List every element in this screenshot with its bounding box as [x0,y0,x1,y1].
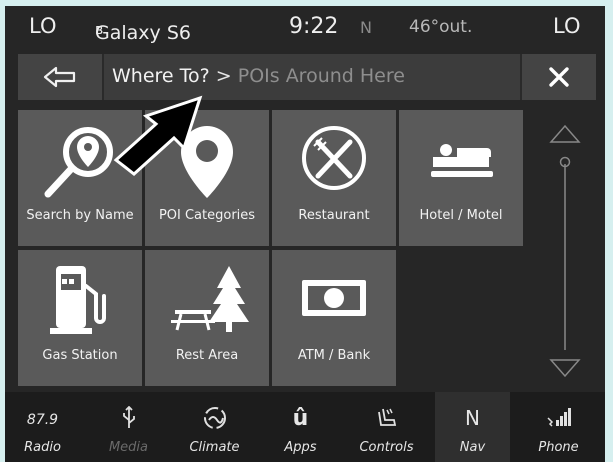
tile-label: Rest Area [175,348,239,363]
scroll-down-icon [549,359,581,378]
bottom-item-label: Apps [284,440,317,455]
right-climate-zone[interactable]: LO [553,14,580,38]
radio-frequency: 87.9 [26,412,59,428]
bottom-item-label: Radio [24,440,61,455]
bottom-item-label: Media [108,440,149,455]
breadcrumb-separator: > [209,65,238,87]
compass-letter: N [465,406,480,430]
left-climate-zone[interactable]: LO [29,14,56,38]
tile-label: ATM / Bank [297,348,371,363]
phone-signal-icon [521,406,596,434]
bottom-item-phone[interactable]: Phone [521,392,596,462]
climate-icon [177,406,252,434]
tile-label: POI Categories [158,208,256,223]
bottom-item-media[interactable]: Media [91,392,166,462]
picnic-tree-icon [171,266,249,332]
usb-icon [91,405,166,434]
cash-icon [302,280,366,316]
tile-atm-bank[interactable]: ATM / Bank [272,250,396,386]
tile-label: Hotel / Motel [419,208,503,223]
compass-icon: N [435,406,510,434]
tile-hotel-motel[interactable]: Hotel / Motel [399,110,523,246]
bottom-item-climate[interactable]: Climate [177,392,252,462]
nav-header: Where To? > POIs Around Here [18,54,596,100]
bottom-item-nav[interactable]: N Nav [435,392,510,462]
bed-icon [431,144,493,177]
bottom-item-label: Controls [359,440,414,455]
breadcrumb: Where To? > POIs Around Here [112,65,405,87]
scroll-up-icon [549,124,581,143]
tile-label: Search by Name [26,208,134,223]
tile-gas-station[interactable]: Gas Station [18,250,142,386]
close-button[interactable] [520,54,596,100]
back-button[interactable] [18,54,104,100]
status-bar: LO ʙ Galaxy S6 9:22 N 46°out. LO [5,6,605,46]
seat-icon [349,406,424,434]
infotainment-screen: LO ʙ Galaxy S6 9:22 N 46°out. LO Where To… [5,6,605,462]
bottom-item-label: Climate [189,440,240,455]
close-icon [549,67,569,87]
breadcrumb-parent[interactable]: Where To? [112,65,210,87]
gas-pump-icon [50,266,106,334]
bottom-item-controls[interactable]: Controls [349,392,424,462]
back-arrow-icon [43,66,76,88]
bottom-item-apps[interactable]: û Apps [263,392,338,462]
bottom-item-radio[interactable]: 87.9 Radio [5,392,80,462]
tile-restaurant[interactable]: Restaurant [272,110,396,246]
pointer-arrow-annotation [113,95,203,176]
phone-name: Galaxy S6 [95,22,191,44]
outside-temperature: 46°out. [409,17,473,37]
clock: 9:22 [289,14,339,39]
restaurant-icon [302,126,366,190]
tile-rest-area[interactable]: Rest Area [145,250,269,386]
tile-label: Gas Station [42,348,118,363]
tile-label: Restaurant [298,208,370,223]
apps-icon: û [292,406,309,431]
breadcrumb-current: POIs Around Here [237,65,405,87]
bottom-menu-bar: 87.9 Radio Media Climate û Apps Controls [5,392,605,462]
bottom-item-label: Nav [459,440,486,455]
poi-grid: Search by Name POI Categories Restaurant [18,95,526,390]
bottom-item-label: Phone [538,440,579,455]
compass-heading: N [360,18,372,37]
scrollbar[interactable] [535,110,595,390]
